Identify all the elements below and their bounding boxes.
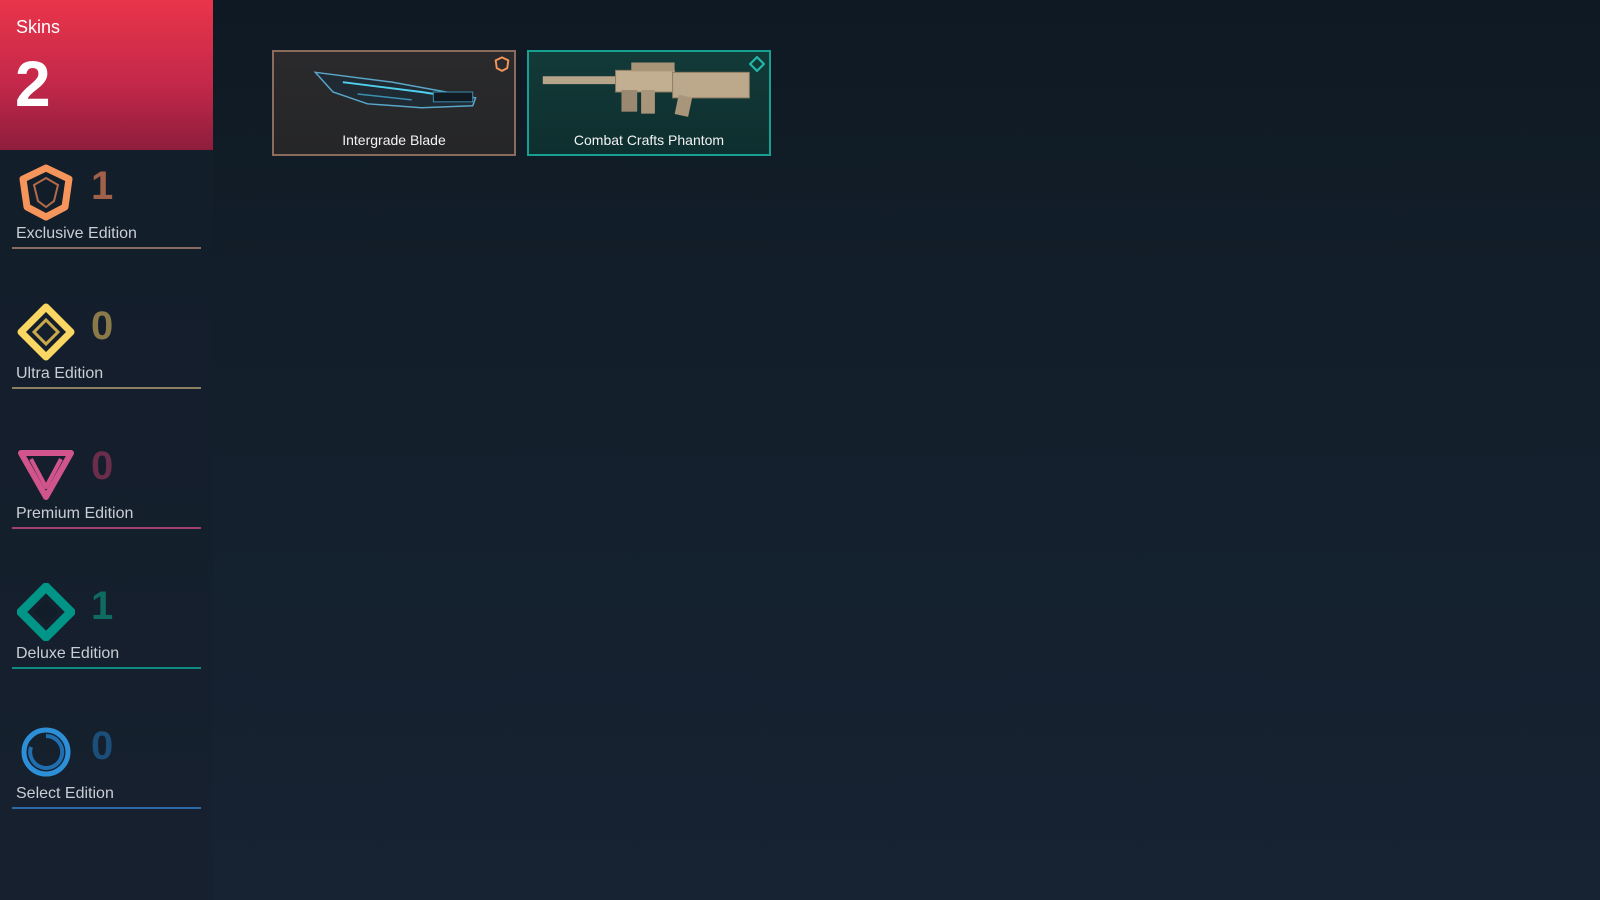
tier-select[interactable]: 0 Select Edition <box>0 723 213 823</box>
premium-edition-icon <box>17 443 75 501</box>
tier-sidebar: Skins 2 1 Exclusive Edition 0 Ultra Edit… <box>0 0 213 900</box>
tier-deluxe-count: 1 <box>91 584 114 628</box>
tier-ultra-count: 0 <box>91 304 114 348</box>
tier-select-count: 0 <box>91 724 114 768</box>
skin-card-intergrade-blade[interactable]: Intergrade Blade <box>272 50 516 156</box>
skin-name: Combat Crafts Phantom <box>573 132 725 148</box>
tier-premium-count: 0 <box>91 444 114 488</box>
tier-premium-divider <box>12 527 201 529</box>
deluxe-edition-icon <box>17 583 75 641</box>
tier-exclusive-count: 1 <box>91 164 114 208</box>
ultra-edition-icon <box>17 303 75 361</box>
intergrade-blade-image <box>313 71 477 109</box>
skins-total-label: Skins <box>16 17 61 37</box>
tier-ultra-divider <box>12 387 201 389</box>
select-edition-icon <box>17 723 75 781</box>
exclusive-edition-icon <box>17 163 75 221</box>
combat-crafts-phantom-image <box>542 62 750 117</box>
tier-select-divider <box>12 807 201 809</box>
skin-name: Intergrade Blade <box>342 132 446 148</box>
tier-exclusive-label: Exclusive Edition <box>16 225 137 242</box>
tier-deluxe-divider <box>12 667 201 669</box>
tier-deluxe[interactable]: 1 Deluxe Edition <box>0 583 213 683</box>
tier-deluxe-label: Deluxe Edition <box>16 645 120 662</box>
skins-total-count: 2 <box>15 48 51 120</box>
tier-premium-label: Premium Edition <box>16 505 134 522</box>
tier-premium[interactable]: 0 Premium Edition <box>0 443 213 543</box>
skin-card-combat-crafts-phantom[interactable]: Combat Crafts Phantom <box>527 50 771 156</box>
tier-select-label: Select Edition <box>16 785 114 802</box>
tier-exclusive-divider <box>12 247 201 249</box>
skins-total-card: Skins 2 <box>0 0 213 150</box>
tier-ultra[interactable]: 0 Ultra Edition <box>0 303 213 403</box>
tier-ultra-label: Ultra Edition <box>16 365 104 382</box>
tier-exclusive[interactable]: 1 Exclusive Edition <box>0 163 213 263</box>
